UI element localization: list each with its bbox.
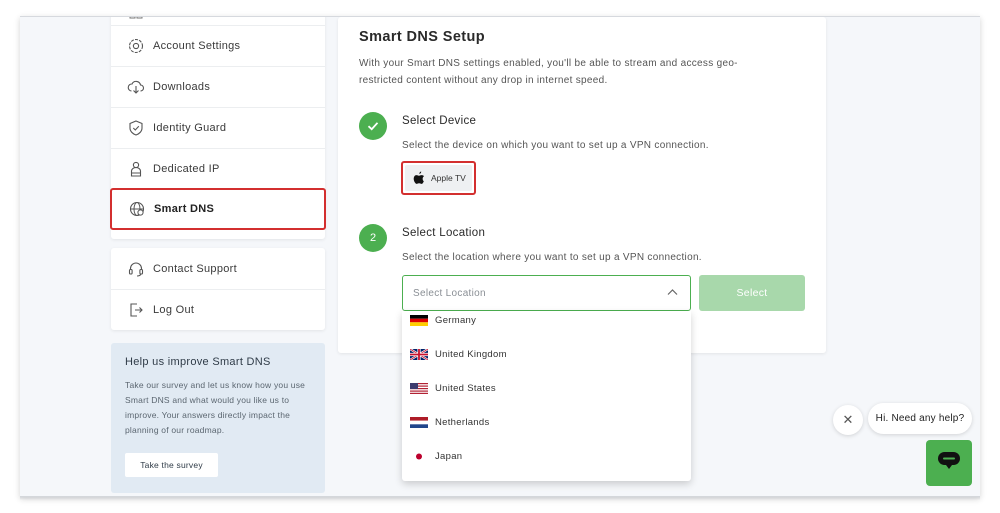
sidebar-item-contact-support[interactable]: Contact Support <box>111 248 325 289</box>
globe-icon <box>128 200 146 218</box>
step1-title: Select Device <box>402 115 477 127</box>
grid-icon <box>127 17 145 25</box>
apple-icon <box>413 171 425 185</box>
sidebar-item-dedicated-ip[interactable]: Dedicated IP <box>111 148 325 189</box>
window-bottom-shadow <box>20 496 980 500</box>
us-flag-icon <box>410 382 428 394</box>
setup-intro-text: With your Smart DNS settings enabled, yo… <box>359 58 738 86</box>
chevron-up-icon <box>667 288 678 299</box>
take-survey-button[interactable]: Take the survey <box>125 453 218 477</box>
location-option-label: Netherlands <box>435 416 490 428</box>
dedicated-ip-icon <box>127 160 145 178</box>
sidebar-item-log-out[interactable]: Log Out <box>111 289 325 330</box>
sidebar-menu: Account Settings Downloads Identity Guar… <box>110 17 326 239</box>
location-option-germany[interactable]: Germany <box>402 311 691 337</box>
page-title: Smart DNS Setup <box>359 29 486 45</box>
device-apple-tv[interactable]: Apple TV <box>401 161 476 195</box>
chat-greeting-bubble[interactable]: Hi. Need any help? <box>868 403 972 434</box>
sidebar-item-partial[interactable] <box>111 17 325 25</box>
location-option-japan[interactable]: Japan <box>402 439 691 473</box>
sidebar-item-label: Log Out <box>153 304 195 316</box>
sidebar-item-label: Contact Support <box>153 262 237 275</box>
location-option-label: Japan <box>435 450 463 462</box>
location-select-placeholder: Select Location <box>413 287 486 299</box>
sidebar-item-account-settings[interactable]: Account Settings <box>111 25 325 66</box>
shield-icon <box>127 119 145 137</box>
device-chip-inner: Apple TV <box>405 165 472 191</box>
app-window: Account Settings Downloads Identity Guar… <box>20 16 980 497</box>
netherlands-flag-icon <box>410 416 428 428</box>
logout-icon <box>127 301 145 319</box>
sidebar-support-menu: Contact Support Log Out <box>111 248 325 330</box>
sidebar-item-label: Downloads <box>153 81 211 93</box>
survey-title: Help us improve Smart DNS <box>125 356 271 368</box>
step2-description: Select the location where you want to se… <box>402 252 702 263</box>
sidebar-item-downloads[interactable]: Downloads <box>111 66 325 107</box>
select-location-button[interactable]: Select <box>699 275 805 311</box>
cloud-download-icon <box>127 78 145 96</box>
japan-flag-icon <box>410 450 428 462</box>
location-option-united-states[interactable]: United States <box>402 371 691 405</box>
step1-check-icon <box>359 112 387 140</box>
location-option-label: United States <box>435 382 496 394</box>
sidebar-item-label: Smart DNS <box>154 203 215 215</box>
sidebar-item-smart-dns[interactable]: Smart DNS <box>110 188 326 230</box>
chat-launcher-button[interactable] <box>926 440 972 486</box>
chat-icon <box>937 450 961 477</box>
survey-card: Help us improve Smart DNS Take our surve… <box>111 343 325 493</box>
smart-dns-setup-card: Smart DNS Setup With your Smart DNS sett… <box>338 17 826 353</box>
uk-flag-icon <box>410 348 428 360</box>
sidebar-item-label: Identity Guard <box>153 122 227 134</box>
location-option-label: United Kingdom <box>435 348 507 360</box>
sidebar-item-label: Account Settings <box>153 40 241 52</box>
gear-icon <box>127 37 145 55</box>
sidebar-item-label: Dedicated IP <box>153 163 220 175</box>
location-dropdown: Germany United Kingdom United States Net… <box>402 311 691 481</box>
sidebar-item-identity-guard[interactable]: Identity Guard <box>111 107 325 148</box>
step2-title: Select Location <box>402 227 486 239</box>
location-option-label: Germany <box>435 314 477 326</box>
location-option-netherlands[interactable]: Netherlands <box>402 405 691 439</box>
headset-icon <box>127 260 145 278</box>
location-select[interactable]: Select Location <box>402 275 691 311</box>
germany-flag-icon <box>410 314 428 326</box>
device-label: Apple TV <box>431 173 466 183</box>
survey-text: Take our survey and let us know how you … <box>125 380 306 435</box>
location-option-united-kingdom[interactable]: United Kingdom <box>402 337 691 371</box>
chat-close-button[interactable]: ✕ <box>833 405 863 435</box>
step1-description: Select the device on which you want to s… <box>402 140 709 151</box>
step2-number-badge: 2 <box>359 224 387 252</box>
